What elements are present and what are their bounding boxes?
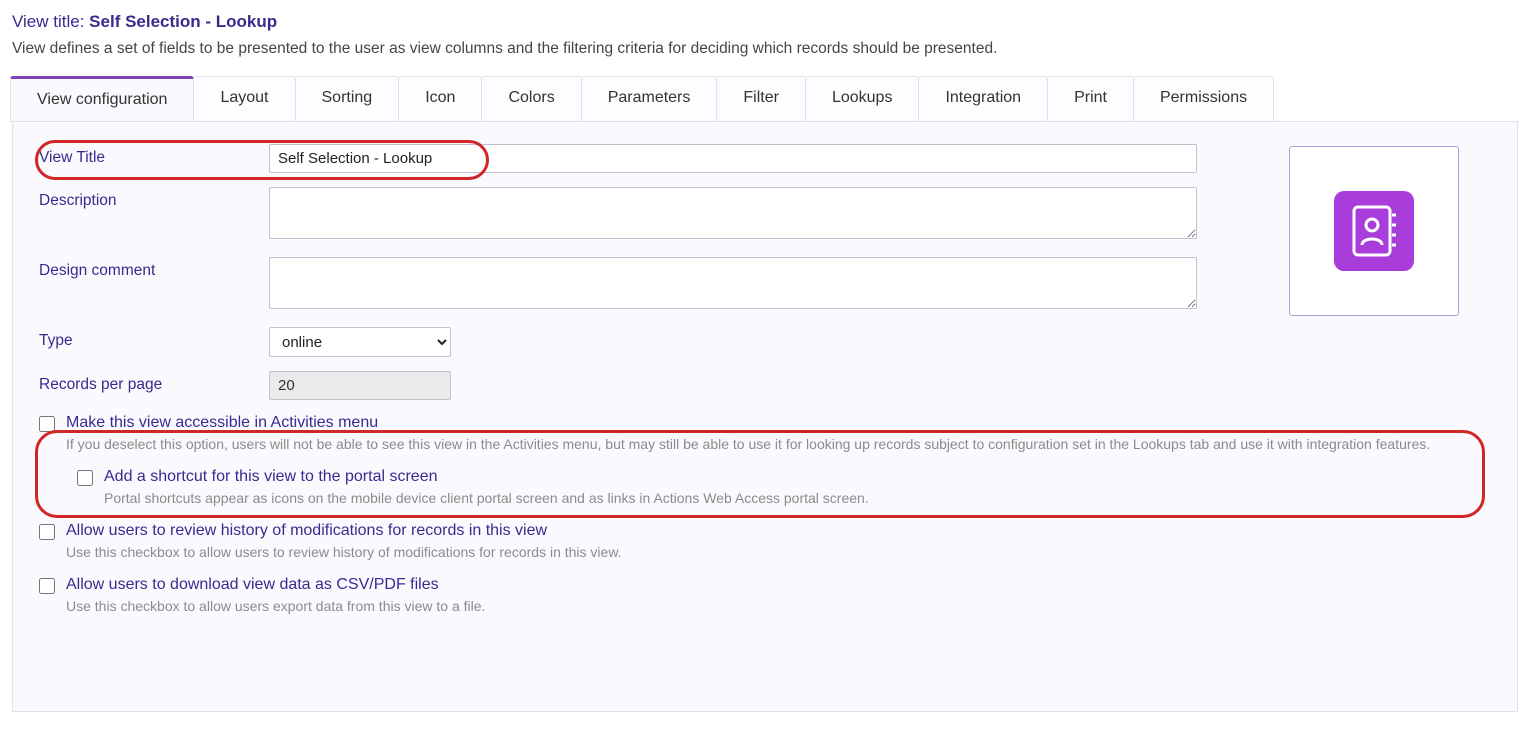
download-csv-pdf-hint: Use this checkbox to allow users export … xyxy=(66,597,485,616)
page-description: View defines a set of fields to be prese… xyxy=(12,40,1518,58)
tab-lookups[interactable]: Lookups xyxy=(805,76,920,121)
tab-panel: View Title Description Design comment Ty… xyxy=(12,122,1518,712)
tab-filter[interactable]: Filter xyxy=(716,76,806,121)
icon-preview xyxy=(1289,146,1459,316)
tab-view-configuration[interactable]: View configuration xyxy=(10,76,194,121)
tab-colors[interactable]: Colors xyxy=(481,76,581,121)
tab-sorting[interactable]: Sorting xyxy=(295,76,400,121)
history-review-hint: Use this checkbox to allow users to revi… xyxy=(66,543,622,562)
history-review-checkbox[interactable] xyxy=(39,524,55,540)
address-book-icon xyxy=(1334,191,1414,271)
tab-print[interactable]: Print xyxy=(1047,76,1134,121)
tab-bar: View configuration Layout Sorting Icon C… xyxy=(10,76,1518,122)
tab-layout[interactable]: Layout xyxy=(193,76,295,121)
portal-shortcut-label: Add a shortcut for this view to the port… xyxy=(104,468,869,486)
portal-shortcut-hint: Portal shortcuts appear as icons on the … xyxy=(104,489,869,508)
tab-parameters[interactable]: Parameters xyxy=(581,76,718,121)
tab-integration[interactable]: Integration xyxy=(918,76,1048,121)
accessible-activities-label: Make this view accessible in Activities … xyxy=(66,414,1430,432)
accessible-activities-hint: If you deselect this option, users will … xyxy=(66,435,1430,454)
page-header: View title: Self Selection - Lookup xyxy=(12,12,1518,32)
history-review-label: Allow users to review history of modific… xyxy=(66,522,622,540)
design-comment-textarea[interactable] xyxy=(269,257,1197,309)
view-title-value: Self Selection - Lookup xyxy=(89,12,277,31)
design-comment-label: Design comment xyxy=(39,257,269,280)
tab-icon[interactable]: Icon xyxy=(398,76,482,121)
download-csv-pdf-checkbox[interactable] xyxy=(39,578,55,594)
view-title-label: View Title xyxy=(39,144,269,167)
records-per-page-label: Records per page xyxy=(39,371,269,394)
type-label: Type xyxy=(39,327,269,350)
view-title-input[interactable] xyxy=(269,144,1197,173)
description-label: Description xyxy=(39,187,269,210)
download-csv-pdf-label: Allow users to download view data as CSV… xyxy=(66,576,485,594)
records-per-page-input: 20 xyxy=(269,371,451,400)
accessible-activities-checkbox[interactable] xyxy=(39,416,55,432)
portal-shortcut-checkbox[interactable] xyxy=(77,470,93,486)
type-select[interactable]: online xyxy=(269,327,451,357)
tab-permissions[interactable]: Permissions xyxy=(1133,76,1274,121)
view-title-prefix: View title: xyxy=(12,12,89,31)
description-textarea[interactable] xyxy=(269,187,1197,239)
